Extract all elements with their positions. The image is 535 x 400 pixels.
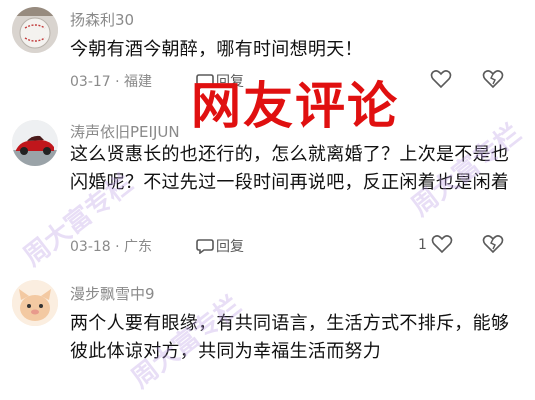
dislike-button[interactable] [482,69,504,89]
reply-button[interactable]: 回复 [196,236,244,256]
comment-text: 这么贤惠长的也还行的，怎么就离婚了？上次是不是也闪婚呢？不过先过一段时间再说吧，… [70,144,510,193]
comment-date: 03-17 [70,74,111,90]
dislike-button[interactable] [482,234,504,254]
comment-text: 今朝有酒今朝醉，哪有时间想明天！ [70,39,363,60]
comment-text: 两个人要有眼缘，有共同语言，生活方式不排斥，能够彼此体谅对方，共同为幸福生活而努… [70,313,510,362]
comment-location: 广东 [124,239,153,255]
broken-heart-icon [482,70,504,89]
username[interactable]: 扬森利30 [70,9,134,30]
like-button[interactable] [430,69,452,89]
avatar[interactable] [12,7,58,53]
reply-bubble-icon [196,239,214,255]
username[interactable]: 漫步飘雪中9 [70,283,155,304]
comment-meta: 03-17 · 福建 [70,74,153,90]
comment-location: 福建 [124,74,153,90]
heart-icon [430,70,452,89]
comment-date: 03-18 [70,239,111,255]
username[interactable]: 涛声依旧PEIJUN [70,121,180,142]
avatar[interactable] [12,120,58,166]
heart-icon [432,235,453,254]
like-button[interactable]: 1 [418,234,453,254]
broken-heart-icon [482,235,504,254]
overlay-title: 网友评论 [191,76,399,135]
reply-label: 回复 [216,239,244,255]
like-count: 1 [418,237,427,253]
comment-meta: 03-18 · 广东 [70,239,153,255]
avatar[interactable] [12,280,58,326]
